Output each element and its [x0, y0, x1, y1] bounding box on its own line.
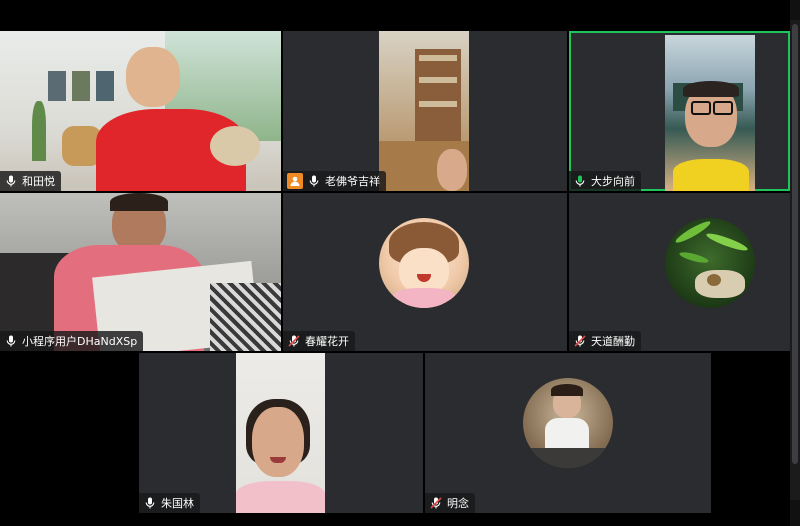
participant-tile-7[interactable]: 朱国林 — [139, 353, 423, 513]
name-label: 老佛爷吉祥 — [283, 171, 386, 191]
participant-avatar-8 — [523, 378, 613, 468]
name-label: 天道酬勤 — [569, 331, 641, 351]
participant-tile-5[interactable]: 春耀花开 — [283, 193, 567, 351]
participant-video-2 — [379, 31, 469, 191]
host-badge-icon — [287, 173, 303, 189]
participant-tile-2[interactable]: 老佛爷吉祥 — [283, 31, 567, 191]
scrollbar-thumb[interactable] — [792, 24, 798, 464]
name-label: 和田悦 — [0, 171, 61, 191]
gallery-scrollbar[interactable] — [790, 20, 800, 500]
name-label: 明念 — [425, 493, 475, 513]
participant-name: 大步向前 — [591, 175, 635, 188]
microphone-speaking-icon[interactable] — [573, 174, 587, 188]
microphone-icon[interactable] — [143, 496, 157, 510]
participant-avatar-5 — [379, 218, 469, 308]
participant-video-3 — [665, 35, 755, 191]
microphone-muted-icon[interactable] — [429, 496, 443, 510]
microphone-muted-icon[interactable] — [287, 334, 301, 348]
participant-tile-3[interactable]: 大步向前 — [569, 31, 790, 191]
participant-name: 老佛爷吉祥 — [325, 175, 380, 188]
participant-name: 小程序用户DHaNdXSp — [22, 335, 138, 348]
microphone-icon[interactable] — [307, 174, 321, 188]
participant-name: 天道酬勤 — [591, 335, 635, 348]
participant-video-1 — [0, 31, 281, 191]
participant-name: 明念 — [447, 497, 469, 510]
participant-name: 春耀花开 — [305, 335, 349, 348]
microphone-muted-icon[interactable] — [573, 334, 587, 348]
microphone-icon[interactable] — [4, 174, 18, 188]
name-label: 朱国林 — [139, 493, 200, 513]
participant-tile-6[interactable]: 天道酬勤 — [569, 193, 790, 351]
participant-tile-4[interactable]: 小程序用户DHaNdXSp — [0, 193, 281, 351]
participant-tile-1[interactable]: 和田悦 — [0, 31, 281, 191]
participant-name: 和田悦 — [22, 175, 55, 188]
name-label: 小程序用户DHaNdXSp — [0, 331, 144, 351]
name-label: 大步向前 — [569, 171, 641, 191]
participant-video-7 — [236, 353, 325, 513]
participant-name: 朱国林 — [161, 497, 194, 510]
participant-tile-8[interactable]: 明念 — [425, 353, 711, 513]
microphone-icon[interactable] — [4, 334, 18, 348]
name-label: 春耀花开 — [283, 331, 355, 351]
participant-avatar-6 — [665, 218, 755, 308]
participant-video-4 — [0, 193, 281, 351]
